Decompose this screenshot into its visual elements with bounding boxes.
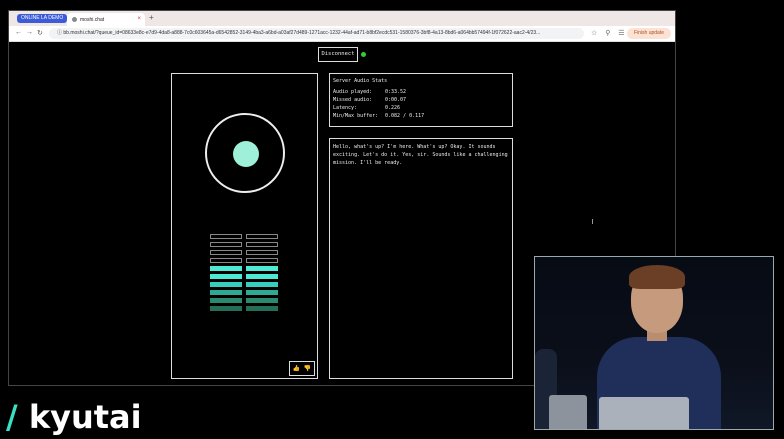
- meter-row: [210, 234, 280, 239]
- speaker-hair: [629, 265, 685, 289]
- url-input[interactable]: ⓘ bb.moshi.chat/?queue_id=08633e8c-e7d9-…: [49, 28, 584, 39]
- meter-cell: [210, 250, 242, 255]
- browser-toolbar-icons[interactable]: ☆ ⚲ ☰: [591, 29, 628, 37]
- stats-row: Audio played: 0:33.52: [333, 89, 407, 95]
- voice-orb: [233, 141, 259, 167]
- meter-row: [210, 266, 280, 271]
- meter-cell: [246, 290, 278, 295]
- reload-icon[interactable]: ↻: [37, 29, 43, 37]
- meter-cell: [210, 258, 242, 263]
- tab-bar: ONLINE LA DEMO moshi.chat × +: [9, 11, 675, 26]
- meter-cell: [210, 306, 242, 311]
- meter-cell: [246, 250, 278, 255]
- speaker-camera-feed: [534, 256, 774, 430]
- meter-cell: [246, 306, 278, 311]
- meter-cell: [246, 274, 278, 279]
- meter-cell: [246, 242, 278, 247]
- meter-row: [210, 250, 280, 255]
- server-audio-stats: Server Audio Stats Audio played: 0:33.52 …: [329, 73, 513, 127]
- feedback-buttons[interactable]: 👍 👎: [289, 361, 315, 376]
- disconnect-button[interactable]: Disconnect: [318, 47, 358, 62]
- new-tab-button[interactable]: +: [149, 13, 154, 22]
- meter-cell: [246, 266, 278, 271]
- stats-title: Server Audio Stats: [333, 78, 388, 84]
- tab-close-icon[interactable]: ×: [137, 16, 141, 22]
- forward-icon[interactable]: →: [26, 29, 33, 36]
- meter-row: [210, 242, 280, 247]
- meter-row: [210, 306, 280, 311]
- tab-moshi-chat[interactable]: moshi.chat ×: [67, 13, 145, 26]
- tab-title: moshi.chat: [80, 17, 105, 23]
- meter-cell: [210, 282, 242, 287]
- favicon-icon: [72, 17, 77, 22]
- meter-row: [210, 282, 280, 287]
- tab-group-badge[interactable]: ONLINE LA DEMO: [17, 14, 68, 23]
- meter-cell: [210, 298, 242, 303]
- meter-cell: [246, 298, 278, 303]
- stats-row: Latency: 0.226: [333, 105, 401, 111]
- background-laptop: [549, 395, 587, 429]
- meter-cell: [246, 234, 278, 239]
- speaker-laptop: [599, 397, 689, 429]
- stats-row: Missed audio: 0:00.07: [333, 97, 407, 103]
- meter-cell: [246, 282, 278, 287]
- audio-level-meter: [210, 234, 280, 314]
- meter-row: [210, 298, 280, 303]
- meter-row: [210, 290, 280, 295]
- finish-update-button[interactable]: Finish update: [627, 28, 671, 39]
- meter-row: [210, 274, 280, 279]
- meter-row: [210, 258, 280, 263]
- meter-cell: [210, 274, 242, 279]
- voice-ring: [205, 113, 285, 193]
- meter-cell: [246, 258, 278, 263]
- back-icon[interactable]: ←: [15, 29, 22, 36]
- meter-cell: [210, 242, 242, 247]
- meter-cell: [210, 266, 242, 271]
- transcript-panel: Hello, what's up? I'm here. What's up? O…: [329, 138, 513, 379]
- address-bar-row: ← → ↻ ⓘ bb.moshi.chat/?queue_id=08633e8c…: [9, 26, 675, 42]
- kyutai-logo: / kyutai: [6, 398, 142, 436]
- audio-visualizer-panel: 👍 👎: [171, 73, 318, 379]
- connection-status-dot: [361, 52, 366, 57]
- meter-cell: [210, 234, 242, 239]
- meter-cell: [210, 290, 242, 295]
- mouse-cursor-icon: [592, 219, 596, 224]
- stats-row: Min/Max buffer: 0.082 / 0.117: [333, 113, 425, 119]
